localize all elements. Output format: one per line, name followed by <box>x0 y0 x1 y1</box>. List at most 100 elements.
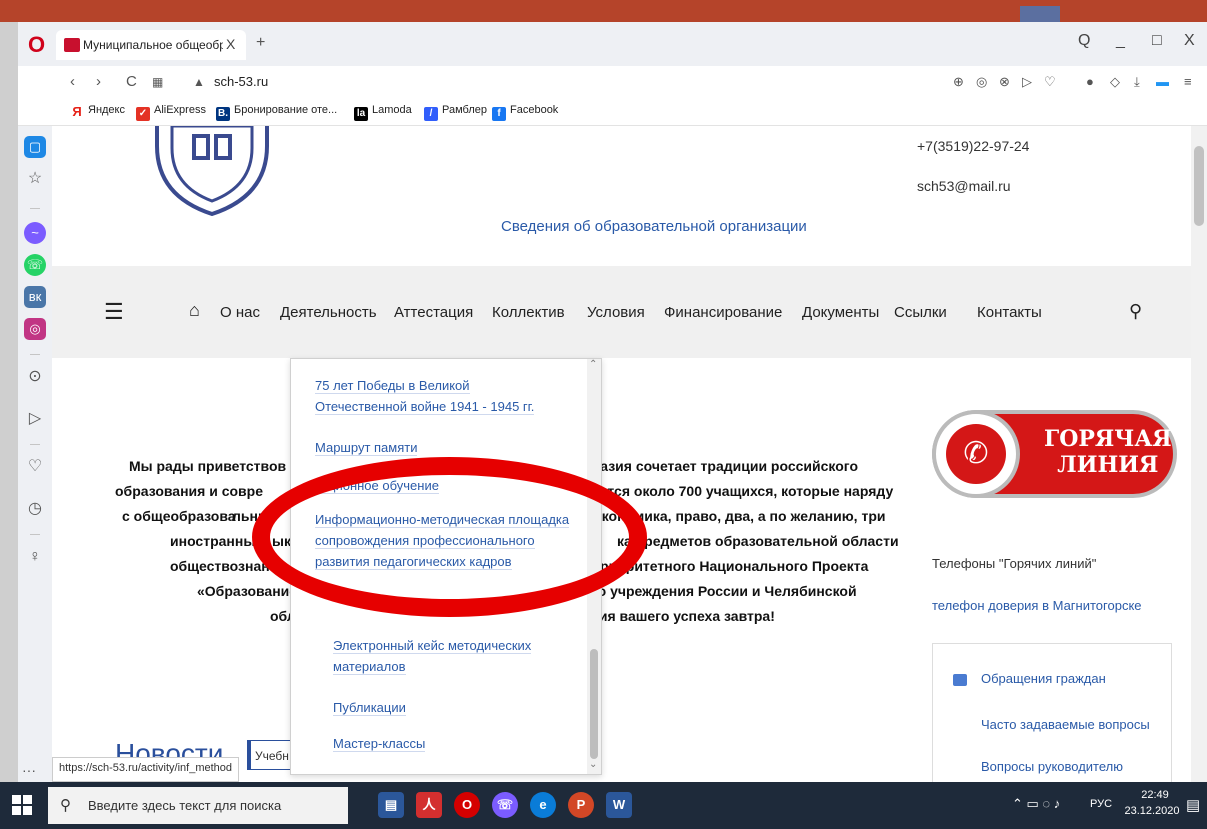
dropdown-item-label: Мастер-классы <box>333 736 426 752</box>
vk-icon[interactable]: вк <box>24 286 46 308</box>
main-nav: ☰ ⌂ О нас Деятельность Аттестация Коллек… <box>52 266 1191 358</box>
search-icon: ⚲ <box>60 797 71 814</box>
close-window-button[interactable]: X <box>1184 32 1195 50</box>
new-tab-button[interactable]: + <box>256 34 265 52</box>
bookmark-lamoda[interactable]: la Lamoda <box>354 104 412 121</box>
bookmark-aliexpress[interactable]: ✓ AliExpress <box>136 104 206 121</box>
nav-item-documents[interactable]: Документы <box>802 304 879 321</box>
more-icon[interactable]: ··· <box>22 762 36 778</box>
snapshot-icon[interactable]: ◎ <box>976 74 987 90</box>
nav-item-activity[interactable]: Деятельность <box>280 304 377 321</box>
org-info-link[interactable]: Сведения об образовательной организации <box>501 218 807 235</box>
cube-icon[interactable]: ◇ <box>1110 74 1120 90</box>
heart-icon[interactable]: ♡ <box>1044 74 1056 90</box>
hotline-line2: ЛИНИЯ <box>1057 452 1159 478</box>
scroll-up-icon[interactable]: ⌃ <box>589 359 597 370</box>
bookmark-facebook[interactable]: f Facebook <box>492 104 558 121</box>
lamoda-icon: la <box>354 107 368 121</box>
hotline-circle: ✆ <box>932 410 1020 498</box>
faq-link[interactable]: Часто задаваемые вопросы <box>981 717 1150 732</box>
search-page-icon[interactable]: ⊕ <box>953 74 964 90</box>
browser-window: O Муниципальное общеобр X + Q _ □ X ‹ › … <box>18 22 1207 782</box>
scroll-down-icon[interactable]: ⌄ <box>589 759 597 770</box>
system-tray-icons[interactable]: ⌃ ▭ ◌ ♪ <box>1012 796 1060 812</box>
back-icon[interactable]: ‹ <box>70 73 75 90</box>
clock-date[interactable]: 23.12.2020 <box>1122 805 1182 817</box>
welcome-fragment: ка предметов образовательной области <box>617 533 899 549</box>
bookmark-rambler[interactable]: / Рамблер <box>424 104 487 121</box>
messenger-icon[interactable]: ~ <box>24 222 46 244</box>
battery-icon[interactable]: ▬ <box>1156 74 1169 89</box>
highlight-annotation-ellipse <box>252 457 647 617</box>
acrobat-icon[interactable]: 人 <box>416 792 442 818</box>
hamburger-menu-icon[interactable]: ☰ <box>104 299 124 325</box>
bookmark-yandex[interactable]: Я Яндекс <box>70 104 125 119</box>
hotline-banner[interactable]: ✆ ГОРЯЧАЯ ЛИНИЯ <box>932 410 1177 498</box>
globe-icon[interactable]: ● <box>1086 74 1094 89</box>
bookmarks-star-icon[interactable]: ☆ <box>24 168 46 190</box>
tab-search-button[interactable]: Q <box>1078 32 1090 50</box>
menu-icon[interactable]: ≡ <box>1184 74 1192 89</box>
viber-icon[interactable]: ☏ <box>492 792 518 818</box>
whatsapp-icon[interactable]: ☏ <box>24 254 46 276</box>
trust-phone-link[interactable]: телефон доверия в Магнитогорске <box>932 598 1142 613</box>
speed-dial-icon[interactable]: ▦ <box>152 75 163 89</box>
browser-tab[interactable]: Муниципальное общеобр X <box>56 30 246 60</box>
hotline-text: ГОРЯЧАЯ ЛИНИЯ <box>1044 426 1172 478</box>
page-scroll-thumb[interactable] <box>1194 146 1204 226</box>
history-icon[interactable]: ◷ <box>24 498 46 520</box>
page-scrollbar[interactable] <box>1191 126 1207 782</box>
download-icon[interactable]: ⤓ <box>1134 74 1140 90</box>
url-field[interactable]: sch-53.ru <box>214 74 268 89</box>
word-icon[interactable]: W <box>606 792 632 818</box>
contact-email[interactable]: sch53@mail.ru <box>917 178 1011 194</box>
home-icon[interactable]: ⌂ <box>189 300 200 321</box>
director-questions-link[interactable]: Вопросы руководителю <box>981 759 1123 774</box>
site-warning-icon[interactable]: ▲ <box>193 75 205 89</box>
edge-icon[interactable]: e <box>530 792 556 818</box>
clock-time[interactable]: 22:49 <box>1130 789 1180 801</box>
search-icon[interactable]: ⚲ <box>1129 301 1142 322</box>
instagram-icon[interactable]: ◎ <box>24 318 46 340</box>
site-header: +7(3519)22-97-24 sch53@mail.ru Сведения … <box>52 126 1191 266</box>
nav-item-links[interactable]: Ссылки <box>894 304 947 321</box>
tab-close-button[interactable]: X <box>226 36 235 52</box>
dropdown-item-label: Маршрут памяти <box>315 440 418 456</box>
powerpoint-icon[interactable]: P <box>568 792 594 818</box>
reload-icon[interactable]: C <box>126 73 137 90</box>
dropdown-item-memory-route[interactable]: Маршрут памяти <box>315 437 565 458</box>
dropdown-item-master-classes[interactable]: Мастер-классы <box>333 733 563 754</box>
bookmark-booking[interactable]: B. Бронирование оте... <box>216 104 337 121</box>
nav-item-financing[interactable]: Финансирование <box>664 304 782 321</box>
dropdown-scroll-thumb[interactable] <box>590 649 598 759</box>
vpn-icon[interactable]: ⊗ <box>999 74 1010 90</box>
forward-icon[interactable]: › <box>96 73 101 90</box>
welcome-fragment: с общеобразова <box>122 508 236 524</box>
notifications-icon[interactable]: ▤ <box>1186 796 1200 814</box>
windows-start-icon[interactable] <box>12 795 32 815</box>
tips-icon[interactable]: ♀ <box>24 546 46 568</box>
dropdown-item-publications[interactable]: Публикации <box>333 697 563 718</box>
play-icon[interactable]: ▷ <box>1022 74 1032 90</box>
minimize-button[interactable]: _ <box>1116 32 1125 50</box>
nav-item-contacts[interactable]: Контакты <box>977 304 1042 321</box>
dropdown-item-e-case[interactable]: Электронный кейс методических материалов <box>333 635 563 677</box>
flow-icon[interactable]: ▷ <box>24 408 46 430</box>
nav-item-staff[interactable]: Коллектив <box>492 304 565 321</box>
taskbar-search-input[interactable]: ⚲ Введите здесь текст для поиска <box>48 787 348 824</box>
dropdown-item-victory-75[interactable]: 75 лет Победы в Великой Отечественной во… <box>315 375 565 417</box>
maximize-button[interactable]: □ <box>1152 32 1162 50</box>
opera-taskbar-icon[interactable]: O <box>454 792 480 818</box>
bookmark-label: AliExpress <box>154 104 206 116</box>
bookmark-label: Яндекс <box>88 104 125 116</box>
workspace-icon[interactable]: ▢ <box>24 136 46 158</box>
file-explorer-icon[interactable]: ▤ <box>378 792 404 818</box>
nav-item-conditions[interactable]: Условия <box>587 304 645 321</box>
language-indicator[interactable]: РУС <box>1090 798 1112 810</box>
nav-item-attestation[interactable]: Аттестация <box>394 304 473 321</box>
nav-item-about[interactable]: О нас <box>220 304 260 321</box>
heart-icon[interactable]: ♡ <box>24 456 46 478</box>
player-icon[interactable]: ⊙ <box>24 366 46 388</box>
opera-logo-icon[interactable]: O <box>28 32 45 58</box>
appeals-link[interactable]: Обращения граждан <box>981 671 1106 686</box>
